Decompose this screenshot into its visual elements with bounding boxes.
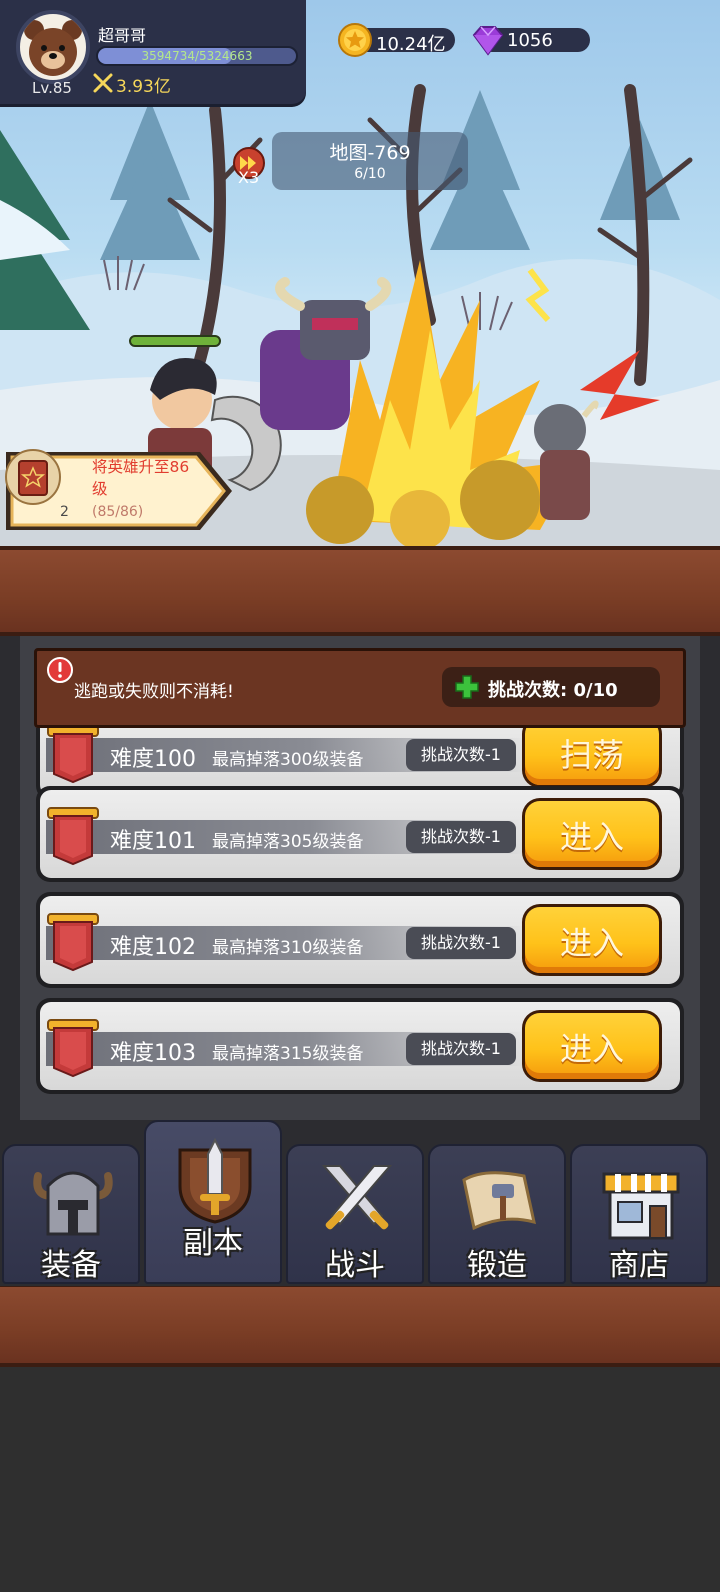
speed-multiplier[interactable]: X3 [238, 168, 259, 187]
difficulty-row: 难度101 最高掉落305级装备 挑战次数-1 进入 [36, 786, 684, 882]
bottom-area [0, 1367, 720, 1592]
nav-tab-label: 战斗 [325, 1248, 385, 1283]
challenge-cost: 挑战次数-1 [406, 927, 516, 959]
combat-power: 3.93亿 [116, 77, 171, 97]
xp-text: 3594734/5324663 [141, 49, 253, 63]
nav-tab-label: 锻造 [467, 1248, 527, 1283]
nav-tab-1[interactable]: 装备 [2, 1144, 140, 1284]
nav-tab-3[interactable]: 战斗 [286, 1144, 424, 1284]
purple-gem-icon [472, 26, 504, 56]
quest-progress: (85/86) [92, 504, 144, 520]
gold-amount: 10.24亿 [376, 34, 446, 55]
map-progress: 6/10 [354, 166, 386, 182]
difficulty-ribbon-icon [46, 804, 100, 868]
button-label: 进入 [559, 924, 624, 962]
map-info: 地图-769 6/10 [272, 132, 468, 190]
difficulty-title: 难度100 [110, 747, 196, 772]
difficulty-row: 难度102 最高掉落310级装备 挑战次数-1 进入 [36, 892, 684, 988]
nav-tab-label: 商店 [609, 1248, 669, 1283]
challenge-cost: 挑战次数-1 [406, 739, 516, 771]
difficulty-drop-desc: 最高掉落305级装备 [212, 832, 364, 852]
difficulty-ribbon-icon [46, 728, 100, 786]
top-hud: 超哥哥 3594734/5324663 Lv.85 3.93亿 10.24亿 1… [0, 0, 720, 104]
difficulty-drop-desc: 最高掉落315级装备 [212, 1044, 364, 1064]
player-level: Lv.85 [32, 79, 72, 97]
difficulty-title: 难度102 [110, 935, 196, 960]
quest-banner[interactable]: 2 将英雄升至86级 (85/86) [4, 448, 236, 534]
challenge-cost: 挑战次数-1 [406, 821, 516, 853]
gem-amount: 1056 [507, 30, 553, 51]
notice-text: 逃跑或失败则不消耗! [74, 682, 234, 702]
difficulty-row: 难度103 最高掉落315级装备 挑战次数-1 进入 [36, 998, 684, 1094]
plus-icon[interactable] [454, 674, 480, 700]
button-label: 进入 [559, 1030, 624, 1068]
wood-divider-bottom [0, 1283, 720, 1367]
difficulty-drop-desc: 最高掉落310级装备 [212, 938, 364, 958]
gold-coin-icon [338, 23, 372, 57]
bottom-nav: 装备 副本战斗 锻造 商店 [0, 1120, 720, 1286]
map-name: 地图-769 [329, 142, 411, 164]
hero-book-icon [5, 449, 61, 505]
enter-button[interactable]: 进入 [522, 904, 662, 976]
nav-tab-2[interactable]: 副本 [144, 1120, 282, 1284]
nav-tab-4[interactable]: 锻造 [428, 1144, 566, 1284]
difficulty-ribbon-icon [46, 910, 100, 974]
button-label: 进入 [559, 818, 624, 856]
sword-shield-icon [170, 1136, 260, 1226]
difficulty-title: 难度103 [110, 1041, 196, 1066]
challenge-cost: 挑战次数-1 [406, 1033, 516, 1065]
difficulty-ribbon-icon [46, 1016, 100, 1080]
bear-avatar-icon[interactable] [16, 10, 90, 84]
difficulty-drop-desc: 最高掉落300级装备 [212, 750, 364, 770]
xp-bar: 3594734/5324663 [96, 46, 298, 66]
game-screen: 超哥哥 3594734/5324663 Lv.85 3.93亿 10.24亿 1… [0, 0, 720, 1592]
sweep-button[interactable]: 扫荡 [522, 728, 662, 788]
wood-divider-top [0, 546, 720, 636]
quest-title: 将英雄升至86级 [92, 458, 190, 498]
player-name: 超哥哥 [98, 26, 147, 45]
helmet-icon [28, 1156, 118, 1246]
nav-tab-5[interactable]: 商店 [570, 1144, 708, 1284]
crossed-swords-power-icon [93, 73, 113, 93]
crossed-swords-icon [312, 1156, 402, 1246]
nav-tab-label: 装备 [41, 1248, 101, 1283]
difficulty-list[interactable]: 难度100 最高掉落300级装备 挑战次数-1 扫荡 难度101 最高掉落305级装备 挑战… [20, 728, 700, 1128]
hammer-scroll-icon [454, 1156, 544, 1246]
enter-button[interactable]: 进入 [522, 798, 662, 870]
difficulty-title: 难度101 [110, 829, 196, 854]
button-label: 扫荡 [559, 736, 624, 774]
nav-tab-label: 副本 [183, 1226, 243, 1261]
quest-badge-count: 2 [60, 504, 69, 520]
enter-button[interactable]: 进入 [522, 1010, 662, 1082]
challenge-count: 挑战次数: 0/10 [488, 680, 618, 701]
shop-icon [596, 1156, 686, 1246]
warning-icon [47, 657, 73, 683]
